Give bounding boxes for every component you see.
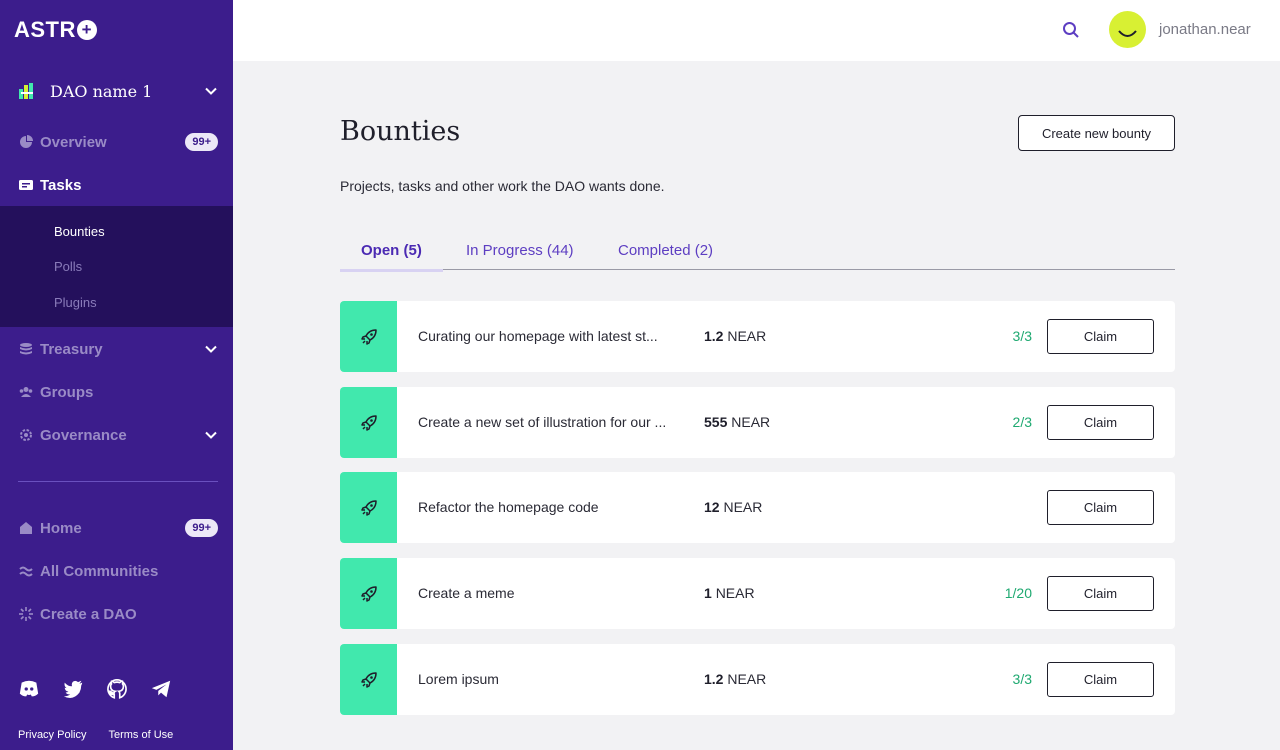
bounty-amount: 1 NEAR (704, 585, 755, 601)
avatar[interactable] (1109, 11, 1146, 48)
bounty-amount: 12 NEAR (704, 499, 763, 515)
claim-button[interactable]: Claim (1047, 405, 1154, 440)
rocket-icon (340, 558, 397, 629)
bounty-tabs: Open (5) In Progress (44) Completed (2) (340, 238, 1175, 272)
nav-governance-label: Governance (40, 426, 127, 444)
sidebar: ASTR + DAO name 1 Overview 99+ Tasks Boun… (0, 0, 233, 750)
create-bounty-button[interactable]: Create new bounty (1018, 115, 1175, 151)
submenu-item-bounties[interactable]: Bounties (54, 224, 105, 239)
nav-all-communities-label: All Communities (40, 562, 159, 580)
tab-in-progress[interactable]: In Progress (44) (466, 242, 574, 270)
claim-button[interactable]: Claim (1047, 319, 1154, 354)
privacy-policy-link[interactable]: Privacy Policy (18, 729, 86, 741)
bounty-row: Lorem ipsum 1.2 NEAR 3/3 Claim (340, 644, 1175, 715)
logo-plus-icon: + (76, 20, 97, 40)
sidebar-divider (18, 481, 218, 482)
dao-name: DAO name 1 (50, 81, 153, 101)
top-bar: jonathan.near (233, 0, 1280, 61)
github-icon[interactable] (106, 678, 128, 700)
bounty-slots: 3/3 (1012, 671, 1032, 687)
social-links (18, 678, 172, 700)
bounty-amount: 1.2 NEAR (704, 328, 767, 344)
nav-treasury-label: Treasury (40, 340, 103, 358)
terms-of-use-link[interactable]: Terms of Use (108, 729, 173, 741)
chevron-down-icon (205, 431, 217, 439)
overview-icon (18, 134, 34, 150)
nav-tasks-label: Tasks (40, 176, 82, 194)
nav-tasks[interactable]: Tasks (18, 173, 218, 197)
bounty-slots: 1/20 (1004, 585, 1032, 601)
rocket-icon (340, 472, 397, 543)
nav-governance[interactable]: Governance (18, 423, 218, 447)
discord-icon[interactable] (18, 678, 40, 700)
astro-logo[interactable]: ASTR + (14, 17, 97, 43)
bounty-title[interactable]: Refactor the homepage code (418, 499, 693, 515)
dao-selector[interactable]: DAO name 1 (18, 77, 218, 105)
bounty-row: Create a meme 1 NEAR 1/20 Claim (340, 558, 1175, 629)
dao-avatar-icon (19, 83, 33, 99)
search-icon[interactable] (1061, 20, 1081, 40)
chevron-down-icon (205, 87, 217, 95)
footer-links: Privacy Policy Terms of Use (18, 729, 173, 741)
bounty-amount: 555 NEAR (704, 414, 771, 430)
claim-button[interactable]: Claim (1047, 490, 1154, 525)
page-description: Projects, tasks and other work the DAO w… (340, 178, 665, 194)
submenu-item-polls[interactable]: Polls (54, 259, 82, 274)
rocket-icon (340, 644, 397, 715)
rocket-icon (340, 301, 397, 372)
bounty-row: Refactor the homepage code 12 NEAR Claim (340, 472, 1175, 543)
notification-badge: 99+ (185, 133, 218, 151)
bounty-title[interactable]: Create a new set of illustration for our… (418, 414, 693, 430)
nav-treasury[interactable]: Treasury (18, 337, 218, 361)
tab-open[interactable]: Open (5) (340, 242, 443, 272)
bounty-slots: 3/3 (1012, 328, 1032, 344)
claim-button[interactable]: Claim (1047, 662, 1154, 697)
bounty-title[interactable]: Curating our homepage with latest st... (418, 328, 693, 344)
telegram-icon[interactable] (150, 678, 172, 700)
bounty-row: Create a new set of illustration for our… (340, 387, 1175, 458)
home-icon (18, 520, 34, 536)
tab-completed[interactable]: Completed (2) (618, 242, 713, 270)
nav-overview-label: Overview (40, 133, 107, 151)
bounty-title[interactable]: Lorem ipsum (418, 671, 693, 687)
bounty-amount: 1.2 NEAR (704, 671, 767, 687)
nav-groups-label: Groups (40, 383, 94, 401)
logo-text: ASTR (14, 17, 76, 42)
nav-all-communities[interactable]: All Communities (18, 559, 218, 583)
chevron-down-icon (205, 345, 217, 353)
username[interactable]: jonathan.near (1159, 21, 1251, 38)
create-dao-icon (18, 606, 34, 622)
submenu-item-plugins[interactable]: Plugins (54, 295, 97, 310)
bounty-row: Curating our homepage with latest st... … (340, 301, 1175, 372)
nav-create-dao-label: Create a DAO (40, 605, 137, 623)
nav-groups[interactable]: Groups (18, 380, 218, 404)
page-title: Bounties (340, 116, 461, 147)
treasury-icon (18, 341, 34, 357)
claim-button[interactable]: Claim (1047, 576, 1154, 611)
tasks-icon (18, 177, 34, 193)
smile-icon (1118, 30, 1137, 37)
communities-icon (18, 563, 34, 579)
nav-home-label: Home (40, 519, 82, 537)
tasks-submenu: Bounties Polls Plugins (0, 206, 233, 327)
twitter-icon[interactable] (62, 678, 84, 700)
nav-overview[interactable]: Overview 99+ (18, 130, 218, 154)
governance-icon (18, 427, 34, 443)
groups-icon (18, 384, 34, 400)
nav-home[interactable]: Home 99+ (18, 516, 218, 540)
nav-create-dao[interactable]: Create a DAO (18, 602, 218, 626)
rocket-icon (340, 387, 397, 458)
bounty-slots: 2/3 (1012, 414, 1032, 430)
notification-badge: 99+ (185, 519, 218, 537)
bounty-title[interactable]: Create a meme (418, 585, 693, 601)
